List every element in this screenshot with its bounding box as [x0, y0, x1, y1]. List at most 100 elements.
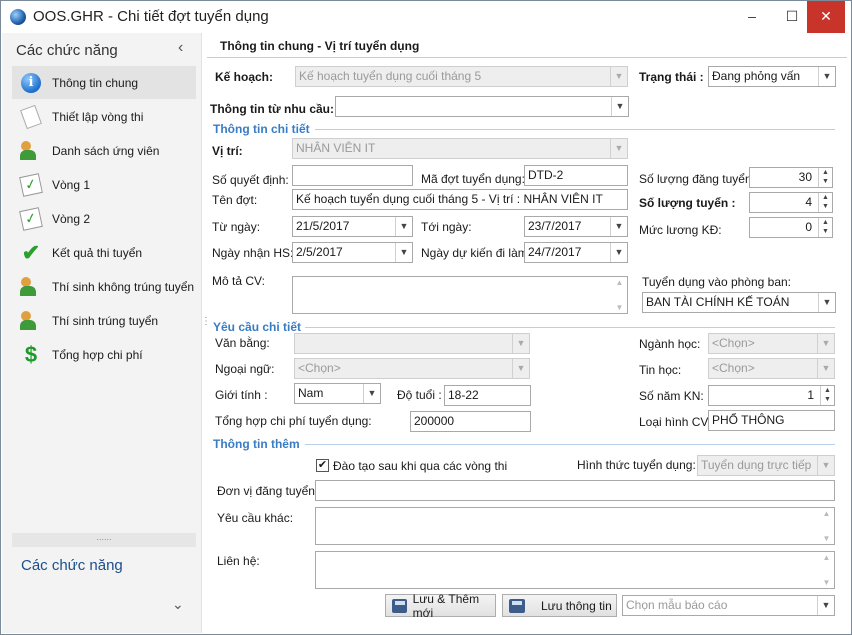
round-icon: [18, 206, 44, 231]
so-quyet-dinh-label: Số quyết định:: [212, 173, 289, 187]
yeu-cau-khac-textarea[interactable]: ▲ ▼: [315, 507, 835, 545]
minimize-button[interactable]: –: [737, 1, 767, 33]
spinner-arrows-icon[interactable]: ▲ ▼: [818, 218, 832, 237]
don-vi-label: Đơn vị đăng tuyển:: [217, 484, 319, 498]
title-bar: OOS.GHR - Chi tiết đợt tuyển dụng – ☐ ✕: [1, 1, 851, 33]
mau-bao-cao-select[interactable]: Chọn mẫu báo cáo ▼: [622, 595, 835, 616]
scrollbar[interactable]: ▲ ▼: [819, 552, 834, 588]
sidebar-item-vong-1[interactable]: Vòng 1: [12, 168, 196, 201]
vi-tri-label: Vị trí:: [212, 144, 243, 158]
maximize-button[interactable]: ☐: [777, 1, 807, 33]
round-icon: [18, 172, 44, 197]
so-nam-kn-stepper[interactable]: 1 ▲ ▼: [708, 385, 835, 406]
people-icon: [18, 275, 44, 299]
people-icon: [18, 139, 44, 163]
dropdown-arrow-icon: ▼: [817, 334, 834, 353]
so-nam-kn-label: Số năm KN:: [639, 389, 704, 403]
phong-ban-label: Tuyển dụng vào phòng ban:: [642, 275, 792, 289]
chevron-down-icon[interactable]: ⌄: [172, 596, 184, 613]
sidebar-item-thong-tin-chung[interactable]: i Thông tin chung: [12, 66, 196, 99]
yeu-cau-khac-label: Yêu cầu khác:: [217, 511, 294, 525]
tu-ngay-datepicker[interactable]: 21/5/2017 ▼: [292, 216, 413, 237]
so-luong-tuyen-label: Số lượng tuyển :: [639, 196, 736, 210]
van-bang-select: ▼: [294, 333, 530, 354]
tong-chi-phi-input[interactable]: 200000: [410, 411, 531, 432]
tong-chi-phi-label: Tổng hợp chi phí tuyển dụng:: [215, 414, 372, 428]
sidebar-item-danh-sach-ung-vien[interactable]: Danh sách ứng viên: [12, 134, 196, 167]
people-icon: [18, 309, 44, 333]
sidebar-item-thiet-lap-vong-thi[interactable]: Thiết lập vòng thi: [12, 100, 196, 133]
so-luong-dang-tuyen-stepper[interactable]: 30 ▲ ▼: [749, 167, 833, 188]
luu-them-moi-button[interactable]: Lưu & Thêm mới: [385, 592, 496, 620]
ngoai-ngu-label: Ngoại ngữ:: [215, 362, 275, 376]
lien-he-textarea[interactable]: ▲ ▼: [315, 551, 835, 589]
mo-ta-cv-textarea[interactable]: ▲ ▼: [292, 276, 628, 314]
do-tuoi-label: Độ tuổi :: [397, 388, 442, 402]
sidebar-bottom-title[interactable]: Các chức năng: [21, 557, 123, 574]
so-quyet-dinh-input[interactable]: [292, 165, 413, 186]
sidebar-item-thi-sinh-trung-tuyen[interactable]: Thí sinh trúng tuyển: [12, 304, 196, 337]
tin-hoc-select: <Chọn> ▼: [708, 358, 835, 379]
vi-tri-select: NHÂN VIÊN IT ▼: [292, 138, 628, 159]
so-luong-dang-tuyen-label: Số lượng đăng tuyển:: [639, 172, 755, 186]
sidebar-item-label: Vòng 2: [52, 211, 91, 226]
loai-hinh-cv-input[interactable]: PHỔ THÔNG: [708, 410, 835, 431]
dropdown-arrow-icon: ▼: [610, 243, 627, 262]
collapse-sidebar-icon[interactable]: ‹: [178, 39, 183, 57]
luu-thong-tin-button[interactable]: Lưu thông tin: [502, 594, 617, 617]
do-tuoi-input[interactable]: 18-22: [444, 385, 531, 406]
section-thong-tin-chi-tiet: Thông tin chi tiết: [213, 122, 310, 136]
spinner-arrows-icon[interactable]: ▲ ▼: [820, 386, 834, 405]
phong-ban-select[interactable]: BAN TÀI CHÍNH KẾ TOÁN ▼: [642, 292, 836, 313]
sidebar-item-label: Tổng hợp chi phí: [52, 347, 143, 362]
sidebar-resize-grip[interactable]: ......: [12, 533, 196, 547]
dropdown-arrow-icon: ▼: [817, 359, 834, 378]
sidebar-item-ket-qua-thi-tuyen[interactable]: ✔ Kết quả thi tuyển: [12, 236, 196, 269]
gioi-tinh-select[interactable]: Nam ▼: [294, 383, 381, 404]
tt-nhu-cau-label: Thông tin từ nhu cầu:: [210, 102, 334, 116]
sidebar-item-tong-hop-chi-phi[interactable]: $ Tổng hợp chi phí: [12, 338, 196, 371]
ten-dot-label: Tên đợt:: [212, 193, 258, 207]
paper-icon: [18, 104, 44, 129]
van-bang-label: Văn bằng:: [215, 336, 270, 350]
ngay-nhan-hs-label: Ngày nhận HS:: [212, 246, 294, 260]
trang-thai-select[interactable]: Đang phỏng vấn ▼: [708, 66, 836, 87]
window-title: OOS.GHR - Chi tiết đợt tuyển dụng: [33, 8, 269, 25]
sidebar-item-thi-sinh-khong-trung-tuyen[interactable]: Thí sinh không trúng tuyển: [12, 270, 196, 303]
scrollbar[interactable]: ▲ ▼: [819, 508, 834, 544]
section-yeu-cau-chi-tiet: Yêu cầu chi tiết: [213, 320, 302, 334]
dropdown-arrow-icon: ▼: [610, 67, 627, 86]
sidebar-item-label: Kết quả thi tuyển: [52, 245, 143, 260]
save-icon: [392, 598, 407, 613]
mo-ta-cv-label: Mô tả CV:: [212, 274, 265, 288]
ten-dot-input[interactable]: Kế hoạch tuyển dụng cuối tháng 5 - Vị tr…: [292, 189, 628, 210]
sidebar-item-vong-2[interactable]: Vòng 2: [12, 202, 196, 235]
don-vi-input[interactable]: [315, 480, 835, 501]
dropdown-arrow-icon: ▼: [610, 217, 627, 236]
dao-tao-checkbox[interactable]: ✔: [316, 459, 329, 472]
ngay-nhan-hs-datepicker[interactable]: 2/5/2017 ▼: [292, 242, 413, 263]
save-icon: [509, 598, 525, 613]
spinner-arrows-icon[interactable]: ▲ ▼: [818, 193, 832, 212]
scrollbar[interactable]: ▲ ▼: [612, 277, 627, 313]
sidebar-item-label: Thí sinh trúng tuyển: [52, 313, 159, 328]
ma-dot-label: Mã đợt tuyển dụng:: [421, 172, 525, 186]
tt-nhu-cau-select[interactable]: ▼: [335, 96, 629, 117]
dropdown-arrow-icon: ▼: [512, 359, 529, 378]
so-luong-tuyen-stepper[interactable]: 4 ▲ ▼: [749, 192, 833, 213]
ngay-di-lam-datepicker[interactable]: 24/7/2017 ▼: [524, 242, 628, 263]
spinner-arrows-icon[interactable]: ▲ ▼: [818, 168, 832, 187]
close-button[interactable]: ✕: [807, 1, 845, 33]
dao-tao-label: Đào tạo sau khi qua các vòng thi: [333, 459, 508, 473]
sidebar-title: Các chức năng: [16, 42, 118, 59]
dropdown-arrow-icon: ▼: [395, 243, 412, 262]
dropdown-arrow-icon: ▼: [817, 596, 834, 615]
loai-hinh-cv-label: Loại hình CV:: [639, 415, 712, 429]
ngay-di-lam-label: Ngày dự kiến đi làm:: [421, 246, 532, 260]
ma-dot-input[interactable]: DTD-2: [524, 165, 628, 186]
muc-luong-stepper[interactable]: 0 ▲ ▼: [749, 217, 833, 238]
toi-ngay-datepicker[interactable]: 23/7/2017 ▼: [524, 216, 628, 237]
panel-splitter[interactable]: ⋮: [201, 317, 211, 327]
dropdown-arrow-icon: ▼: [818, 293, 835, 312]
sidebar-item-label: Danh sách ứng viên: [52, 143, 160, 158]
